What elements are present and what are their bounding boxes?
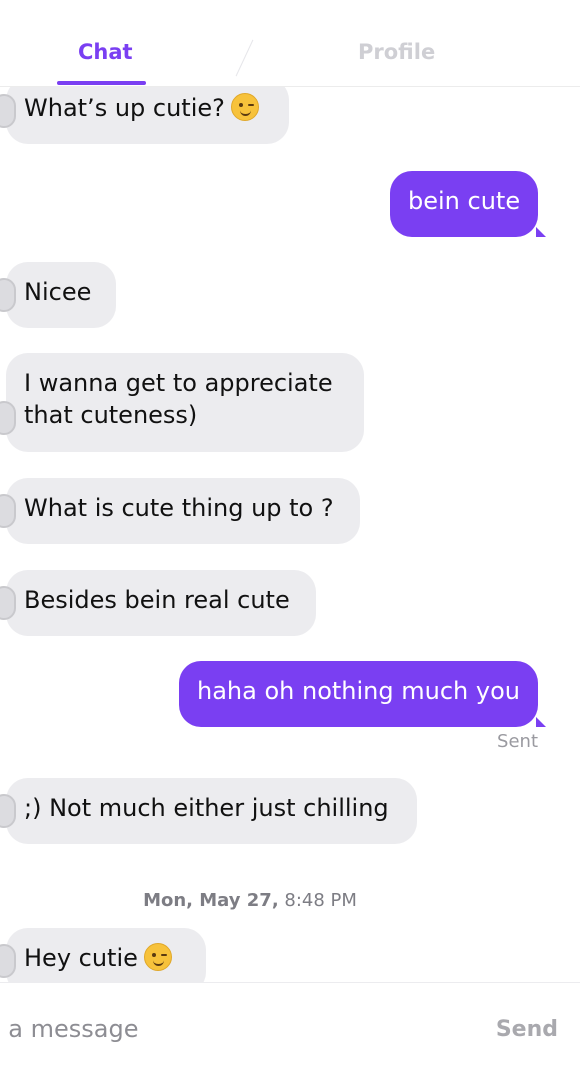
message-text: haha oh nothing much you [197, 677, 520, 705]
message-composer: Send [0, 982, 580, 1078]
sent-status: Sent [497, 731, 538, 752]
message-incoming: What is cute thing up to ? [0, 478, 360, 544]
message-text: ;) Not much either just chilling [24, 794, 389, 822]
message-outgoing: bein cute [390, 171, 546, 237]
avatar [0, 944, 16, 978]
tab-bar: Chat Profile [0, 0, 580, 87]
message-incoming: Nicee [0, 262, 116, 328]
avatar [0, 794, 16, 828]
wink-emoji-icon [230, 93, 259, 121]
message-incoming: What’s up cutie? [0, 86, 289, 144]
message-input[interactable] [0, 1009, 414, 1049]
message-text: bein cute [408, 187, 521, 215]
message-incoming: I wanna get to appreciate that cuteness) [0, 353, 364, 452]
message-text: Hey cutie [24, 944, 138, 972]
message-text: Nicee [24, 278, 92, 306]
message-text: What’s up cutie? [24, 94, 225, 122]
avatar [0, 586, 16, 620]
tab-profile[interactable]: Profile [358, 40, 435, 64]
wink-emoji-icon [143, 943, 172, 971]
tab-divider [235, 39, 254, 77]
avatar [0, 494, 16, 528]
chat-screen: Chat Profile What’s up cutie? bein cute … [0, 0, 580, 1078]
message-list[interactable]: What’s up cutie? bein cute Nicee I wanna… [0, 86, 580, 982]
timestamp-time: 8:48 PM [284, 890, 357, 911]
message-text: Besides bein real cute [24, 586, 290, 614]
active-tab-indicator [57, 81, 146, 85]
date-divider: Mon, May 27, 8:48 PM [0, 890, 500, 911]
message-text-line: that cuteness) [24, 401, 198, 429]
message-incoming: Besides bein real cute [0, 570, 316, 636]
avatar [0, 278, 16, 312]
avatar [0, 94, 16, 128]
send-button[interactable]: Send [496, 1017, 558, 1042]
message-outgoing: haha oh nothing much you [179, 661, 546, 727]
message-text: What is cute thing up to ? [24, 494, 334, 522]
tab-chat[interactable]: Chat [78, 40, 133, 64]
message-text-line: I wanna get to appreciate [24, 369, 333, 397]
message-incoming: ;) Not much either just chilling [0, 778, 417, 844]
timestamp-date: Mon, May 27, [143, 890, 279, 911]
avatar [0, 401, 16, 435]
message-incoming: Hey cutie [0, 928, 206, 982]
